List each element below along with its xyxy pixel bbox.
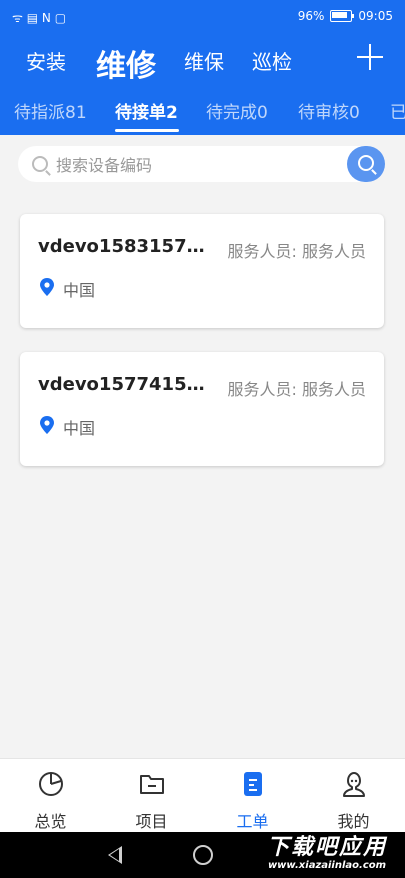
- bottom-tab-bar: 总览 项目 工单 我的: [0, 758, 405, 833]
- work-order-icon: [244, 772, 262, 796]
- tab-to-assign[interactable]: 待指派81: [14, 98, 87, 123]
- tab-to-accept[interactable]: 待接单2: [115, 98, 178, 123]
- active-tab-indicator: [115, 129, 179, 132]
- home-icon[interactable]: [193, 845, 213, 865]
- plus-icon[interactable]: [357, 44, 383, 70]
- bottom-tab-label: 项目: [135, 812, 168, 831]
- device-code: vdevo1577415165: [38, 374, 208, 395]
- profile-icon: [343, 772, 365, 797]
- clock: 09:05: [358, 9, 393, 23]
- bottom-tab-profile[interactable]: 我的: [303, 767, 404, 831]
- search-input[interactable]: [54, 146, 338, 184]
- search-button[interactable]: [347, 146, 385, 182]
- status-right: 96% 09:05: [298, 9, 393, 23]
- nav-maintenance[interactable]: 维保: [184, 46, 224, 75]
- nav-repair[interactable]: 维修: [96, 41, 156, 85]
- watermark-sub: www.xiazaiinlao.com: [267, 860, 387, 871]
- tab-done-partial[interactable]: 已: [390, 98, 405, 123]
- search-icon: [32, 156, 48, 172]
- watermark-main: 下载吧应用: [266, 835, 387, 860]
- bottom-tab-label: 工单: [236, 812, 269, 831]
- status-tabs: 待指派81 待接单2 待完成0 待审核0 已: [0, 88, 405, 135]
- status-icons: ᯤ ▤ N ▢: [12, 9, 66, 26]
- service-staff: 服务人员: 服务人员: [227, 242, 366, 261]
- location-pin-icon: [40, 416, 54, 434]
- tab-to-complete[interactable]: 待完成0: [206, 98, 268, 123]
- location-pin-icon: [40, 278, 54, 296]
- bottom-tab-label: 我的: [337, 812, 370, 831]
- location: 中国: [63, 281, 96, 300]
- battery-icon: [330, 10, 355, 22]
- signal-wifi-nfc-icons: ᯤ ▤ N ▢: [12, 11, 67, 25]
- back-icon[interactable]: [108, 846, 122, 864]
- work-order-card[interactable]: vdevo1577415165 服务人员: 服务人员 中国: [20, 352, 384, 466]
- folder-icon: [140, 775, 164, 794]
- watermark: 下载吧应用 www.xiazaiinlao.com: [255, 836, 399, 874]
- bottom-tab-work-orders[interactable]: 工单: [202, 767, 303, 831]
- bottom-tab-projects[interactable]: 项目: [101, 767, 202, 831]
- nav-inspection[interactable]: 巡检: [252, 46, 292, 75]
- battery-percent: 96%: [297, 9, 325, 23]
- pie-chart-icon: [39, 772, 63, 796]
- bottom-tab-label: 总览: [34, 812, 67, 831]
- device-code: vdevo1583157165: [38, 236, 208, 257]
- search-bar: [18, 146, 385, 184]
- work-order-card[interactable]: vdevo1583157165 服务人员: 服务人员 中国: [20, 214, 384, 328]
- system-nav-bar: 下载吧应用 www.xiazaiinlao.com: [0, 832, 405, 878]
- tab-to-review[interactable]: 待审核0: [298, 98, 360, 123]
- location: 中国: [63, 419, 96, 438]
- nav-install[interactable]: 安装: [26, 46, 66, 75]
- bottom-tab-overview[interactable]: 总览: [0, 767, 101, 831]
- status-bar: ᯤ ▤ N ▢ 96% 09:05: [0, 0, 405, 32]
- app-header: ᯤ ▤ N ▢ 96% 09:05 安装 维修 维保 巡检 待指派81 待接单2…: [0, 0, 405, 135]
- search-button-icon: [358, 155, 374, 171]
- service-staff: 服务人员: 服务人员: [227, 380, 366, 399]
- module-nav: 安装 维修 维保 巡检: [0, 32, 405, 88]
